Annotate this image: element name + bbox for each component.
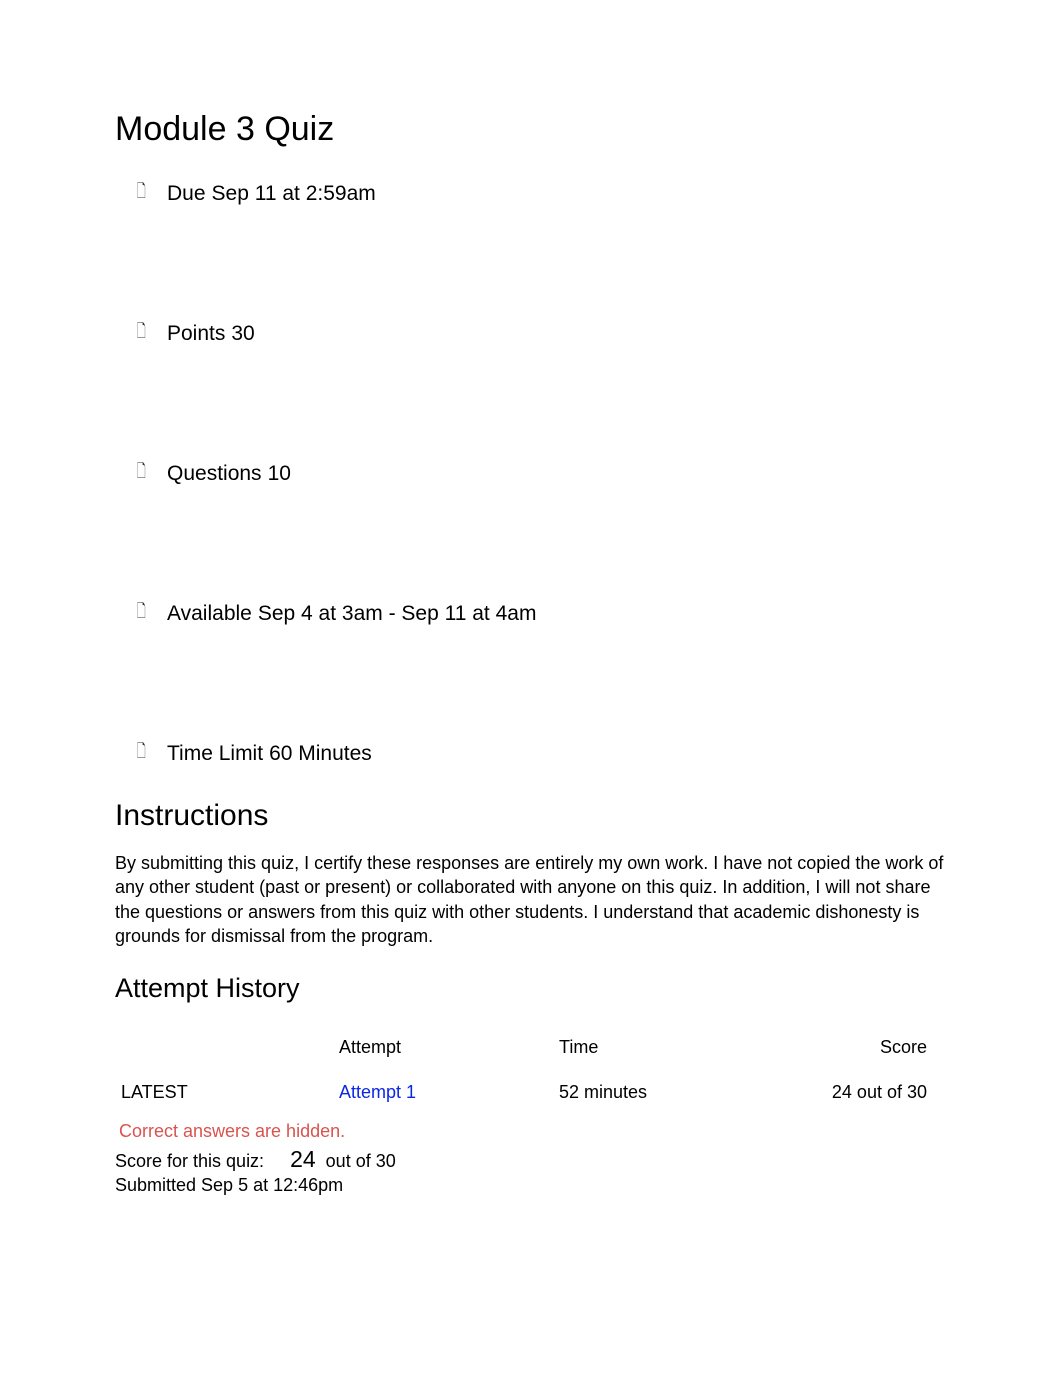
meta-label: Questions (167, 462, 262, 486)
meta-label: Due (167, 182, 206, 206)
col-blank (115, 1029, 335, 1076)
meta-label: Points (167, 322, 225, 346)
meta-label: Time Limit (167, 742, 263, 766)
score-label: Score for this quiz: (115, 1151, 264, 1171)
meta-due: 🗋 Due Sep 11 at 2:59am (135, 179, 947, 209)
meta-questions: 🗋 Questions 10 (135, 459, 947, 489)
meta-label: Available (167, 602, 252, 626)
meta-value: Sep 11 at 2:59am (212, 182, 376, 206)
hidden-answers-notice: Correct answers are hidden. (115, 1121, 947, 1142)
page-title: Module 3 Quiz (115, 110, 947, 149)
bullet-icon: 🗋 (137, 319, 143, 349)
quiz-meta-list: 🗋 Due Sep 11 at 2:59am 🗋 Points 30 🗋 Que… (135, 179, 947, 769)
meta-value: 60 Minutes (269, 742, 372, 766)
bullet-icon: 🗋 (137, 599, 143, 629)
instructions-heading: Instructions (115, 799, 947, 833)
meta-time-limit: 🗋 Time Limit 60 Minutes (135, 739, 947, 769)
status-badge: LATEST (119, 1082, 188, 1102)
col-time: Time (555, 1029, 785, 1076)
table-header-row: Attempt Time Score (115, 1029, 947, 1076)
attempt-time: 52 minutes (555, 1076, 785, 1109)
attempt-link[interactable]: Attempt 1 (339, 1082, 416, 1102)
score-for-quiz: Score for this quiz: 24 out of 30 (115, 1146, 947, 1173)
score-value: 24 (290, 1146, 316, 1172)
attempt-score: 24 out of 30 (785, 1076, 947, 1109)
submitted-timestamp: Submitted Sep 5 at 12:46pm (115, 1175, 947, 1196)
bullet-icon: 🗋 (137, 459, 143, 489)
instructions-body: By submitting this quiz, I certify these… (115, 851, 947, 948)
col-score: Score (785, 1029, 947, 1076)
bullet-icon: 🗋 (137, 739, 143, 769)
table-row: LATEST Attempt 1 52 minutes 24 out of 30 (115, 1076, 947, 1109)
meta-points: 🗋 Points 30 (135, 319, 947, 349)
meta-available: 🗋 Available Sep 4 at 3am - Sep 11 at 4am (135, 599, 947, 629)
meta-value: Sep 4 at 3am - Sep 11 at 4am (258, 602, 537, 626)
meta-value: 10 (268, 462, 291, 486)
meta-value: 30 (231, 322, 254, 346)
col-attempt: Attempt (335, 1029, 555, 1076)
attempt-history-table: Attempt Time Score LATEST Attempt 1 52 m… (115, 1029, 947, 1109)
bullet-icon: 🗋 (137, 179, 143, 209)
attempt-history-heading: Attempt History (115, 973, 947, 1004)
score-suffix: out of 30 (326, 1151, 396, 1171)
